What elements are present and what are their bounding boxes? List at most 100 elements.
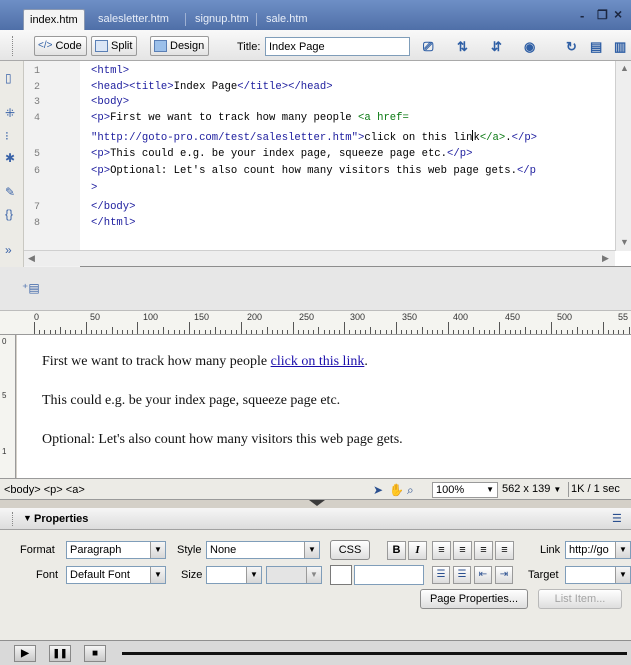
line-number: 5 [34,149,41,160]
font-select[interactable]: Default Font ▼ [66,566,166,584]
design-paragraph[interactable]: This could e.g. be your index page, sque… [42,393,340,409]
play-button[interactable]: ▶ [14,645,36,662]
hand-tool-icon[interactable]: ✋ [389,483,404,497]
balance-braces-icon[interactable]: {} [5,207,13,221]
properties-panel-header[interactable]: ▼ Properties ☰ [0,508,631,530]
align-left-icon[interactable]: ≡ [432,541,451,560]
target-select[interactable]: ▼ [565,566,631,584]
select-tool-icon[interactable]: ➤ [373,483,383,497]
code-view[interactable]: ▯ ⁜ ⁝ ✱ ✎ {} » 1 2 3 4 5 6 7 8 <html> <h… [0,61,631,267]
scroll-left-icon[interactable]: ◀ [28,253,35,264]
restore-icon[interactable]: ❐ [597,8,608,22]
design-view[interactable]: First we want to track how many people c… [17,335,631,478]
code-view-icon: </> [38,40,53,51]
refresh-design-view-icon[interactable]: ⁺▤ [22,281,40,295]
ruler-tick [545,330,547,334]
panel-collapse-grip[interactable] [296,500,338,506]
ruler-tick [90,330,92,334]
validate-markup-icon[interactable]: ⇵ [491,39,502,55]
minimize-icon[interactable]: - [580,8,584,23]
ruler-tick [623,330,625,334]
code-view-button[interactable]: </> Code [34,36,87,56]
split-divider-bar[interactable]: ⁺▤ [0,267,631,311]
title-field[interactable] [265,37,410,56]
preview-in-browser-icon[interactable]: ◉ [524,39,535,55]
unordered-list-icon[interactable]: ☰ [432,566,450,584]
more-tools-icon[interactable]: » [5,243,12,257]
font-label: Font [36,569,59,581]
ruler-tick [204,330,206,334]
italic-button[interactable]: I [408,541,427,560]
align-justify-icon[interactable]: ≡ [495,541,514,560]
open-documents-icon[interactable]: ▯ [5,71,12,85]
style-select[interactable]: None ▼ [206,541,320,559]
ruler-tick [556,330,558,334]
ruler-tick [339,330,340,334]
tab-sale-htm[interactable]: sale.htm [260,9,314,30]
ruler-tick [96,330,97,334]
visual-aids-icon[interactable]: ▥ [614,39,626,55]
ordered-list-icon[interactable]: ☰ [453,566,471,584]
window-size[interactable]: 562 x 139 ▼ [502,483,561,495]
chevron-down-icon: ▼ [150,542,165,558]
scroll-up-icon[interactable]: ▲ [620,63,629,73]
code-line: <p>Optional: Let's also count how many v… [91,165,536,177]
zoom-tool-icon[interactable]: ⌕ [407,483,414,498]
text-color-picker[interactable] [330,565,352,585]
ruler-tick [49,330,51,334]
file-management-icon[interactable]: ⇅ [457,39,468,55]
design-view-button[interactable]: Design [150,36,210,56]
zoom-value: 100% [436,484,465,496]
collapse-selection-icon[interactable]: ⁝ [5,129,9,143]
bold-button[interactable]: B [387,541,406,560]
page-properties-button[interactable]: Page Properties... [420,589,528,609]
code-line: "http://goto-pro.com/test/salesletter.ht… [91,130,537,144]
design-link[interactable]: click on this link [271,354,365,369]
code-tag: </p> [447,148,473,160]
align-center-icon[interactable]: ≡ [453,541,472,560]
close-icon[interactable]: × [614,6,622,22]
css-button[interactable]: CSS [330,540,370,560]
view-options-icon[interactable]: ▤ [590,39,602,55]
ruler-tick [261,330,263,334]
tab-signup-htm[interactable]: signup.htm [189,9,255,30]
panel-options-icon[interactable]: ☰ [612,512,622,525]
code-vertical-scrollbar[interactable]: ▲ ▼ [615,61,631,251]
format-select[interactable]: Paragraph ▼ [66,541,166,559]
no-browser-check-errors-icon[interactable]: ⎚ [423,39,433,55]
tab-index-htm[interactable]: index.htm [23,9,85,30]
pause-button[interactable]: ❚❚ [49,645,71,662]
scroll-right-icon[interactable]: ▶ [602,253,609,264]
ruler-tick [101,330,103,334]
scroll-down-icon[interactable]: ▼ [620,237,629,247]
code-tag: </html> [91,217,136,229]
indent-icon[interactable]: ⇥ [495,566,513,584]
refresh-icon[interactable]: ↻ [566,39,577,55]
stop-button[interactable]: ■ [84,645,106,662]
outdent-icon[interactable]: ⇤ [474,566,492,584]
panel-grip[interactable] [12,512,14,526]
ruler-label: 500 [557,312,573,322]
expand-all-icon[interactable]: ✱ [5,151,15,165]
size-select[interactable]: ▼ [206,566,262,584]
ruler-tick [132,330,134,334]
design-paragraph[interactable]: Optional: Let's also count how many visi… [42,432,403,448]
align-right-icon[interactable]: ≡ [474,541,493,560]
design-paragraph[interactable]: First we want to track how many people c… [42,354,368,370]
progress-track[interactable] [122,652,627,655]
ruler-tick [333,330,335,334]
tab-salesletter-htm[interactable]: salesletter.htm [92,9,175,30]
text-color-field[interactable] [354,565,424,585]
zoom-select[interactable]: 100% ▼ [432,482,498,498]
collapse-triangle-icon[interactable]: ▼ [23,513,32,523]
select-parent-tag-icon[interactable]: ✎ [5,185,15,199]
ruler-tick [385,330,387,334]
code-horizontal-scrollbar[interactable]: ◀ ▶ [24,250,615,266]
tag-selector-breadcrumb[interactable]: <body> <p> <a> [4,484,85,496]
collapse-full-tag-icon[interactable]: ⁜ [5,106,15,120]
link-field[interactable]: http://go ▼ [565,541,631,559]
split-view-button[interactable]: Split [91,36,138,56]
chevron-down-icon: ▼ [306,567,321,583]
ruler-tick [230,330,232,334]
toolbar-grip[interactable] [12,36,14,56]
